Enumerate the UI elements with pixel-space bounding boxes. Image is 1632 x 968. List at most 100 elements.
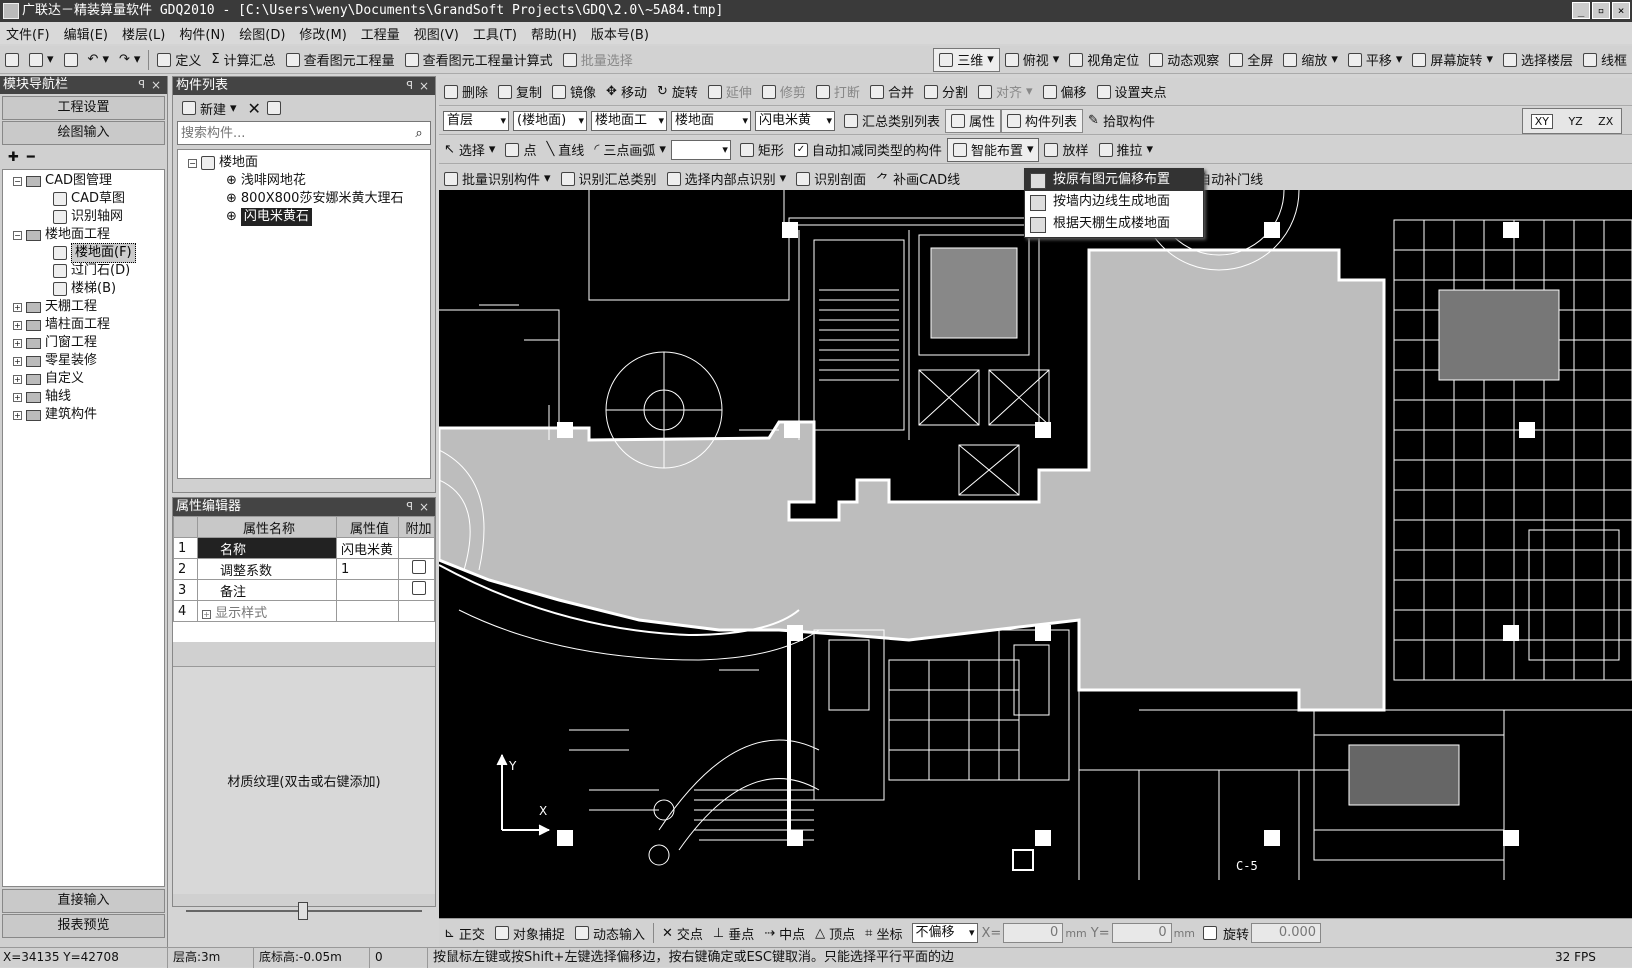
offset-x-input[interactable]: 0: [1003, 923, 1064, 943]
project-settings-button[interactable]: 工程设置: [2, 96, 165, 120]
tree-node-floor-works[interactable]: − 楼地面工程: [3, 226, 164, 244]
property-button[interactable]: 属性: [945, 108, 1002, 133]
loft-button[interactable]: 放样: [1039, 138, 1093, 162]
menu-modify[interactable]: 修改(M): [299, 24, 346, 43]
menu-item-offset-layout[interactable]: 按原有图元偏移布置: [1025, 169, 1203, 191]
component-item[interactable]: ⊕ 800X800莎安娜米黄大理石: [178, 190, 430, 208]
close-button[interactable]: ×: [1612, 2, 1630, 19]
collapse-icon[interactable]: −: [13, 230, 22, 240]
view-locate-button[interactable]: 视角定位: [1064, 48, 1144, 72]
collapse-icon[interactable]: −: [188, 158, 197, 168]
select-button[interactable]: ↖ 选择 ▾: [439, 138, 500, 162]
menu-view[interactable]: 视图(V): [414, 24, 459, 43]
calc-summary-button[interactable]: Σ 计算汇总: [206, 48, 280, 72]
menu-item-from-ceiling[interactable]: 根据天棚生成楼地面: [1025, 213, 1203, 235]
menu-draw[interactable]: 绘图(D): [239, 24, 285, 43]
split-button[interactable]: 分割: [919, 80, 973, 104]
close-icon[interactable]: ×: [419, 77, 429, 95]
tree-node-axis[interactable]: + 轴线: [3, 388, 164, 406]
view-xy-button[interactable]: XY: [1530, 113, 1553, 129]
direct-input-button[interactable]: 直接输入: [2, 889, 165, 913]
menu-tools[interactable]: 工具(T): [473, 24, 517, 43]
mirror-button[interactable]: 镜像: [547, 80, 601, 104]
three-point-arc-button[interactable]: ◜ 三点画弧 ▾: [589, 138, 671, 162]
undo-button[interactable]: ↶ ▾: [83, 48, 114, 72]
offset-button[interactable]: 偏移: [1038, 80, 1092, 104]
3d-view-button[interactable]: 三维 ▾: [933, 47, 1000, 72]
component-item-selected[interactable]: ⊕ 闪电米黄石: [178, 208, 430, 226]
menu-component[interactable]: 构件(N): [179, 24, 225, 43]
extend-button[interactable]: 延伸: [703, 80, 757, 104]
point-button[interactable]: 点: [500, 138, 541, 162]
type-combo[interactable]: 楼地面工: [591, 110, 667, 131]
offset-mode-combo[interactable]: 不偏移: [911, 923, 978, 943]
new-file-button[interactable]: [0, 48, 24, 72]
identify-section-button[interactable]: 识别剖面: [791, 167, 871, 191]
menu-floor[interactable]: 楼层(L): [122, 24, 165, 43]
maximize-button[interactable]: ▫: [1592, 2, 1610, 19]
define-button[interactable]: 定义: [152, 48, 206, 72]
report-preview-button[interactable]: 报表预览: [2, 914, 165, 938]
align-button[interactable]: 对齐 ▾: [973, 80, 1038, 104]
menu-edit[interactable]: 编辑(E): [64, 24, 108, 43]
tree-node-custom[interactable]: + 自定义: [3, 370, 164, 388]
zoom-button[interactable]: 缩放 ▾: [1278, 48, 1343, 72]
batch-select-button[interactable]: 批量选择: [558, 48, 638, 72]
object-snap-button[interactable]: 对象捕捉: [490, 921, 570, 945]
redo-button[interactable]: ↷ ▾: [114, 48, 145, 72]
expand-icon[interactable]: +: [13, 356, 22, 366]
fullscreen-button[interactable]: 全屏: [1224, 48, 1278, 72]
view-quantity-button[interactable]: 查看图元工程量: [281, 48, 400, 72]
tree-node-floor[interactable]: 楼地面(F): [3, 243, 164, 263]
menu-version[interactable]: 版本号(B): [591, 24, 649, 43]
tree-node-threshold-stone[interactable]: 过门石(D): [3, 262, 164, 280]
menu-file[interactable]: 文件(F): [6, 24, 50, 43]
identify-summary-button[interactable]: 识别汇总类别: [556, 167, 662, 191]
expand-icon[interactable]: +: [13, 302, 22, 312]
menu-item-wall-inner-edge[interactable]: 按墙内边线生成地面: [1025, 191, 1203, 213]
pin-icon[interactable]: ꟼ: [138, 76, 145, 94]
pan-button[interactable]: 平移 ▾: [1343, 48, 1408, 72]
push-pull-button[interactable]: 推拉 ▾: [1094, 138, 1159, 162]
texture-slider-handle[interactable]: [298, 902, 308, 920]
summary-category-button[interactable]: 汇总类别列表: [839, 109, 945, 133]
rotate-angle-input[interactable]: 0.000: [1251, 923, 1322, 943]
set-grip-button[interactable]: 设置夹点: [1092, 80, 1172, 104]
tree-node-wall-column[interactable]: + 墙柱面工程: [3, 316, 164, 334]
break-button[interactable]: 打断: [811, 80, 865, 104]
view-yz-button[interactable]: YZ: [1568, 115, 1582, 128]
expand-all-icon[interactable]: ✚: [8, 150, 19, 165]
delete-icon[interactable]: ✕: [248, 99, 261, 118]
save-button[interactable]: [59, 48, 83, 72]
rotate-button[interactable]: ↻ 旋转: [652, 80, 703, 104]
expand-icon[interactable]: +: [202, 609, 211, 619]
cad-drawing-canvas[interactable]: C-5 Y X: [439, 190, 1632, 918]
expand-icon[interactable]: +: [13, 374, 22, 384]
snap-coordinate-button[interactable]: ⌗ 坐标: [860, 921, 907, 945]
tree-node-identify-axis[interactable]: 识别轴网: [3, 208, 164, 226]
auto-deduct-checkbox[interactable]: ✓ 自动扣减同类型的构件: [789, 138, 947, 162]
close-icon[interactable]: ×: [151, 76, 161, 94]
collapse-icon[interactable]: −: [13, 176, 22, 186]
copy-button[interactable]: 复制: [493, 80, 547, 104]
arc-option-combo[interactable]: [670, 139, 731, 160]
minimize-button[interactable]: _: [1572, 2, 1590, 19]
open-file-button[interactable]: ▾: [24, 48, 59, 72]
property-value-remark[interactable]: [336, 579, 399, 601]
menu-quantity[interactable]: 工程量: [361, 24, 400, 43]
move-button[interactable]: ✥ 移动: [601, 80, 652, 104]
expand-icon[interactable]: +: [13, 338, 22, 348]
close-icon[interactable]: ×: [419, 498, 429, 516]
wireframe-button[interactable]: 线框: [1578, 48, 1632, 72]
trim-button[interactable]: 修剪: [757, 80, 811, 104]
expand-icon[interactable]: +: [13, 410, 22, 420]
attach-checkbox[interactable]: [411, 581, 426, 595]
expand-icon[interactable]: +: [13, 392, 22, 402]
dynamic-observe-button[interactable]: 动态观察: [1144, 48, 1224, 72]
batch-identify-button[interactable]: 批量识别构件 ▾: [439, 167, 556, 191]
subtype-combo[interactable]: 楼地面: [671, 110, 751, 131]
attach-checkbox[interactable]: [411, 560, 426, 574]
texture-area[interactable]: 材质纹理(双击或右键添加): [173, 666, 435, 894]
redraw-cad-line-button[interactable]: ⺈补画CAD线: [871, 167, 965, 191]
property-row[interactable]: 4 + 显示样式: [173, 600, 435, 622]
